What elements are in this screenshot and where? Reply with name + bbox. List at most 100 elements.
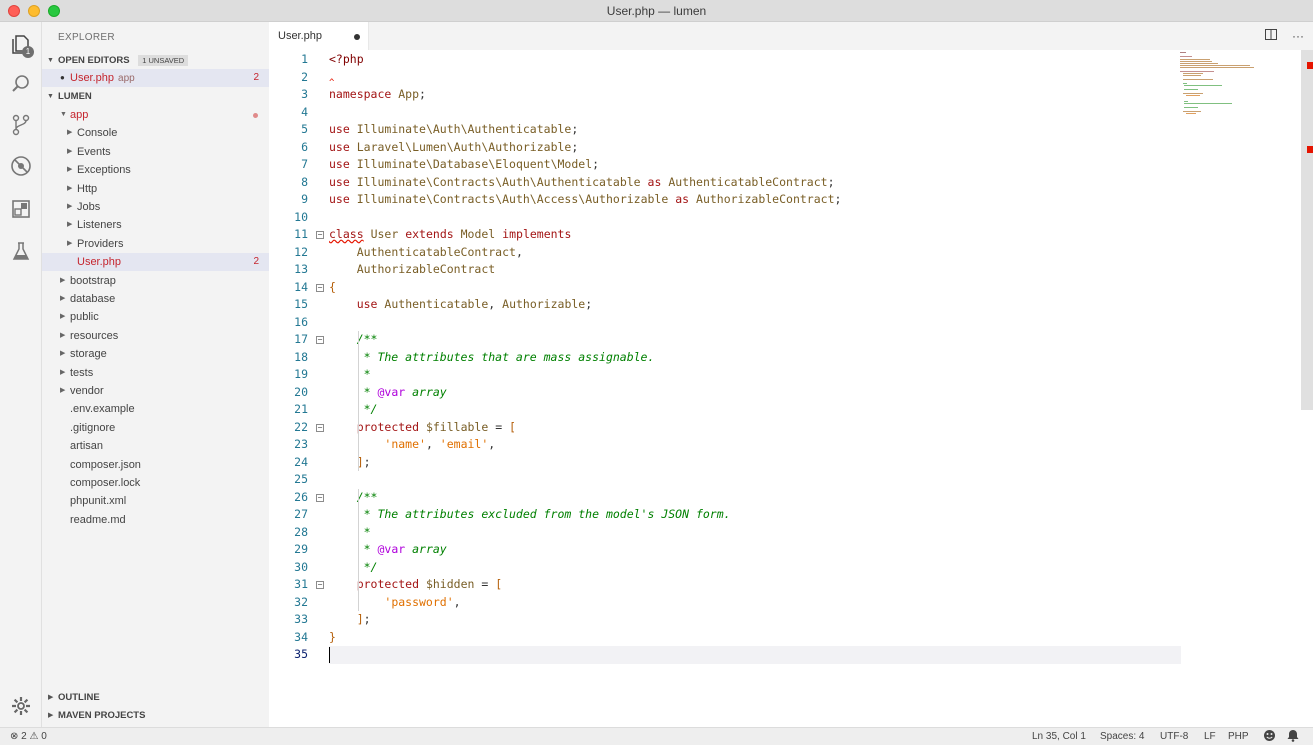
eol-setting[interactable]: LF [1204, 731, 1216, 742]
fold-toggle-icon[interactable]: − [316, 336, 324, 344]
line-number: 3 [301, 87, 308, 101]
tree-item-resources[interactable]: ▶ resources [42, 327, 269, 345]
vertical-scrollbar[interactable] [1301, 50, 1313, 410]
minimap[interactable] [1179, 50, 1299, 130]
fold-toggle-icon[interactable]: − [316, 423, 324, 432]
tree-item-composer-json[interactable]: composer.json [42, 456, 269, 474]
code-line: * [329, 367, 371, 381]
tree-item-database[interactable]: ▶ database [42, 290, 269, 308]
cursor-position[interactable]: Ln 35, Col 1 [1032, 731, 1086, 742]
tree-item-tests[interactable]: ▶ tests [42, 364, 269, 382]
error-marker[interactable] [1307, 146, 1313, 153]
tree-item-label: bootstrap [70, 274, 116, 287]
modified-dot-icon [253, 113, 258, 118]
tree-item-label: phpunit.xml [70, 495, 127, 508]
feedback-smiley-icon[interactable] [1263, 729, 1276, 745]
title-bar: User.php — lumen [0, 0, 1313, 22]
language-mode[interactable]: PHP [1228, 731, 1249, 742]
line-number: 32 [294, 594, 308, 609]
window-title: User.php — lumen [606, 4, 707, 18]
line-number: 1 [301, 52, 308, 66]
code-line: namespace App; [329, 87, 426, 101]
tree-item-providers[interactable]: ▶ Providers [42, 235, 269, 253]
tree-item-console[interactable]: ▶ Console [42, 124, 269, 142]
tree-item-user-php[interactable]: User.php 2 [42, 253, 269, 272]
line-number: 19 [294, 367, 308, 381]
line-number: 23 [294, 437, 308, 451]
open-editor-item[interactable]: ● User.php app 2 [42, 69, 269, 87]
indentation-setting[interactable]: Spaces: 4 [1100, 731, 1144, 742]
fold-toggle-icon[interactable]: − [316, 493, 324, 502]
line-number: 22 [294, 419, 308, 434]
error-count: 2 [21, 731, 27, 742]
line-number: 7 [301, 157, 308, 171]
fold-toggle-icon[interactable]: − [316, 283, 324, 292]
tree-item-phpunit-xml[interactable]: phpunit.xml [42, 492, 269, 510]
tree-item-env-example[interactable]: .env.example [42, 400, 269, 418]
tree-item-label: storage [70, 348, 107, 361]
tree-item-app[interactable]: ▼ app [42, 106, 269, 124]
maven-projects-section[interactable]: ▶ MAVEN PROJECTS [42, 707, 269, 725]
extensions-icon[interactable] [9, 197, 33, 221]
tree-item-listeners[interactable]: ▶ Listeners [42, 216, 269, 234]
lumen-project-header[interactable]: ▼ LUMEN [42, 88, 269, 106]
line-number: 14 [294, 279, 308, 294]
debug-icon[interactable] [9, 154, 33, 178]
code-line: use Illuminate\Database\Eloquent\Model; [329, 157, 600, 171]
tree-item-label: artisan [70, 440, 104, 453]
tree-item-events[interactable]: ▶ Events [42, 143, 269, 161]
source-control-icon[interactable] [9, 113, 33, 137]
unsaved-dot-icon[interactable] [354, 34, 360, 40]
line-number: 27 [294, 507, 308, 521]
problem-count: 2 [253, 72, 259, 83]
line-number: 25 [294, 472, 308, 486]
code-line: use Illuminate\Contracts\Auth\Authentica… [329, 174, 835, 189]
chevron-down-icon: ▼ [60, 111, 67, 118]
code-line: AuthenticatableContract, [356, 244, 523, 259]
tree-item-gitignore[interactable]: .gitignore [42, 419, 269, 437]
fold-toggle-icon[interactable]: − [316, 231, 324, 239]
tree-item-bootstrap[interactable]: ▶ bootstrap [42, 272, 269, 290]
tree-item-label: Events [77, 145, 111, 158]
tree-item-exceptions[interactable]: ▶ Exceptions [42, 161, 269, 179]
gear-icon[interactable] [9, 694, 33, 718]
encoding-setting[interactable]: UTF-8 [1160, 731, 1188, 742]
code-line: * [329, 524, 371, 539]
code-editor[interactable]: 1 <?php 2 ^ 3 namespace App; 4 5 use Illuminate\… [269, 50, 1313, 727]
error-marker[interactable] [1307, 62, 1313, 69]
line-number: 28 [294, 524, 308, 539]
tree-item-storage[interactable]: ▶ storage [42, 345, 269, 363]
indent-guide [358, 488, 359, 576]
code-line: use Laravel\Lumen\Auth\Authorizable; [329, 139, 579, 154]
fold-toggle-icon[interactable]: − [316, 581, 324, 589]
split-editor-icon[interactable] [1264, 29, 1278, 43]
tree-item-http[interactable]: ▶ Http [42, 180, 269, 198]
tree-item-public[interactable]: ▶ public [42, 308, 269, 326]
line-number: 13 [294, 262, 308, 276]
notifications-bell-icon[interactable] [1287, 729, 1299, 745]
test-flask-icon[interactable] [9, 239, 33, 263]
code-line: ^ [329, 77, 335, 88]
search-icon[interactable] [9, 72, 33, 96]
tab-user-php[interactable]: User.php [269, 22, 369, 50]
chevron-right-icon: ▶ [60, 368, 66, 376]
outline-section[interactable]: ▶ OUTLINE [42, 689, 269, 707]
chevron-right-icon: ▶ [67, 147, 73, 155]
tree-item-label: readme.md [70, 513, 126, 526]
tree-item-label: Jobs [77, 201, 101, 213]
code-line: */ [329, 402, 378, 416]
line-number: 8 [301, 174, 308, 189]
code-line: class User extends Model implements [329, 227, 572, 241]
tree-item-jobs[interactable]: ▶ Jobs [42, 198, 269, 216]
tree-item-vendor[interactable]: ▶ vendor [42, 382, 269, 400]
code-line: use Illuminate\Contracts\Auth\Access\Aut… [329, 192, 842, 206]
open-editors-header[interactable]: ▼ OPEN EDITORS 1 UNSAVED [42, 52, 269, 70]
chevron-right-icon: ▶ [48, 694, 54, 701]
tree-item-artisan[interactable]: artisan [42, 437, 269, 455]
tree-item-composer-lock[interactable]: composer.lock [42, 474, 269, 492]
chevron-right-icon: ▶ [60, 331, 66, 339]
tree-item-readme-md[interactable]: readme.md [42, 511, 269, 529]
more-actions-icon[interactable]: ··· [1291, 29, 1305, 43]
line-number: 9 [301, 192, 308, 206]
problems-indicator[interactable]: ⊗ 2 ⚠ 0 [10, 731, 47, 742]
